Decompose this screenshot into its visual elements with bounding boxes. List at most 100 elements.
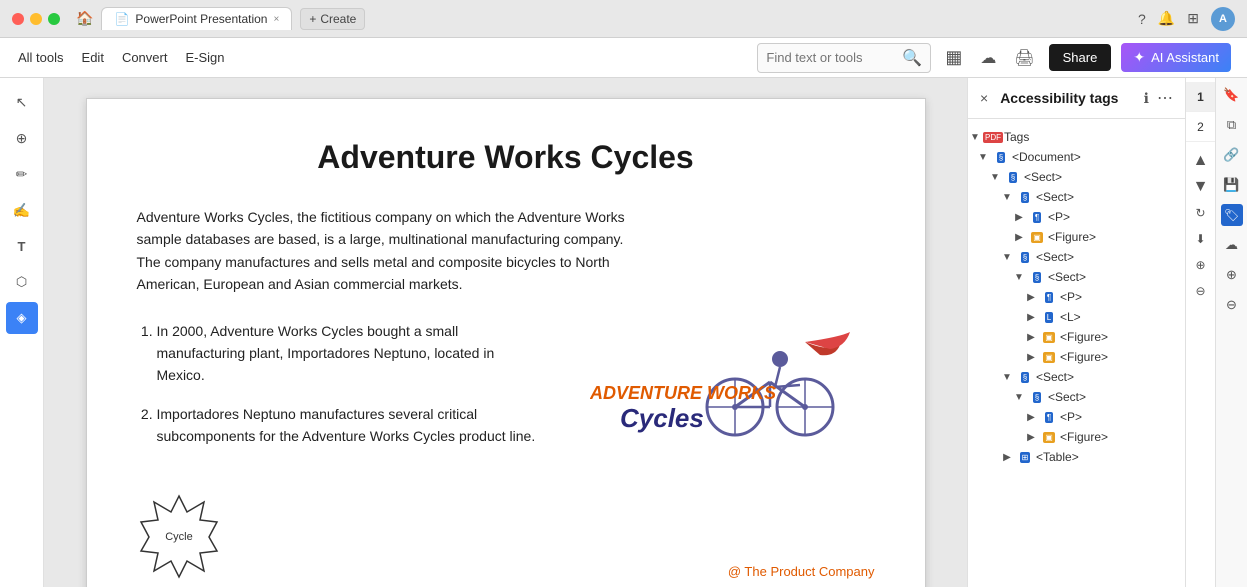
- tag-label: <Sect>: [1036, 190, 1074, 204]
- notification-icon[interactable]: 🔔: [1158, 10, 1175, 27]
- cloud-download-icon[interactable]: ☁: [1221, 234, 1243, 256]
- user-avatar[interactable]: A: [1211, 7, 1235, 31]
- upload-icon[interactable]: ☁: [976, 46, 1000, 70]
- help-icon[interactable]: ?: [1138, 11, 1146, 27]
- zoom-in-panel-icon[interactable]: ⊕: [1221, 264, 1243, 286]
- copy-icon[interactable]: ⧉: [1221, 114, 1243, 136]
- text-icon: T: [18, 239, 26, 254]
- tag-label: <Figure>: [1048, 230, 1096, 244]
- tree-node-sect-2[interactable]: ▼ § <Sect>: [968, 187, 1185, 207]
- scroll-up-button[interactable]: ▲: [1190, 150, 1212, 172]
- tag-label: <P>: [1048, 210, 1070, 224]
- tab-close-icon[interactable]: ×: [273, 14, 279, 25]
- apps-icon[interactable]: ⊞: [1187, 10, 1199, 27]
- tree-node-sect-6[interactable]: ▼ § <Sect>: [968, 387, 1185, 407]
- tag-label: <Figure>: [1060, 330, 1108, 344]
- tree-node-p-3[interactable]: ▶ ¶ <P>: [968, 407, 1185, 427]
- tool-ai[interactable]: ◈: [6, 302, 38, 334]
- tag-label: <Sect>: [1048, 270, 1086, 284]
- menu-all-tools[interactable]: All tools: [16, 46, 66, 69]
- zoom-in-button[interactable]: ⊕: [1190, 254, 1212, 276]
- expand-arrow: ▼: [968, 132, 982, 143]
- tree-node-figure-2[interactable]: ▶ ▣ <Figure>: [968, 327, 1185, 347]
- tree-node-figure-4[interactable]: ▶ ▣ <Figure>: [968, 427, 1185, 447]
- tree-node-figure-3[interactable]: ▶ ▣ <Figure>: [968, 347, 1185, 367]
- tree-node-sect-1[interactable]: ▼ § <Sect>: [968, 167, 1185, 187]
- tag-label: <Document>: [1012, 150, 1081, 164]
- minimize-button[interactable]: [30, 13, 42, 25]
- tool-text[interactable]: T: [6, 230, 38, 262]
- active-tab[interactable]: 📄 PowerPoint Presentation ×: [101, 7, 292, 30]
- new-tab-button[interactable]: + Create: [300, 8, 365, 30]
- p-icon: ¶: [1029, 209, 1045, 225]
- tag-label: <Sect>: [1036, 370, 1074, 384]
- l-icon: L: [1041, 309, 1057, 325]
- share-button[interactable]: Share: [1049, 44, 1112, 71]
- close-button[interactable]: [12, 13, 24, 25]
- titlebar-right: ? 🔔 ⊞ A: [1138, 7, 1235, 31]
- maximize-button[interactable]: [48, 13, 60, 25]
- expand-arrow: ▶: [1024, 412, 1038, 423]
- info-icon[interactable]: ℹ: [1144, 90, 1149, 107]
- right-toolbar: 🔖 ⧉ 🔗 💾 🏷 ☁ ⊕ ⊖: [1215, 78, 1247, 587]
- ai-assistant-button[interactable]: ✦ AI Assistant: [1121, 43, 1231, 72]
- tree-node-p-1[interactable]: ▶ ¶ <P>: [968, 207, 1185, 227]
- menu-convert[interactable]: Convert: [120, 46, 170, 69]
- tree-node-tags[interactable]: ▼ PDF Tags: [968, 127, 1185, 147]
- tree-node-figure-1[interactable]: ▶ ▣ <Figure>: [968, 227, 1185, 247]
- main-layout: ↖ ⊕ ✏ ✍ T ⬡ ◈ Adventure Works Cycles Adv…: [0, 78, 1247, 587]
- tree-node-sect-3[interactable]: ▼ § <Sect>: [968, 247, 1185, 267]
- home-icon[interactable]: 🏠: [76, 10, 93, 27]
- tree-node-sect-5[interactable]: ▼ § <Sect>: [968, 367, 1185, 387]
- sect-icon: §: [1017, 249, 1033, 265]
- tree-node-sect-4[interactable]: ▼ § <Sect>: [968, 267, 1185, 287]
- tool-markup[interactable]: ✍: [6, 194, 38, 226]
- sect-icon: §: [1029, 269, 1045, 285]
- refresh-button[interactable]: ↻: [1190, 202, 1212, 224]
- tool-edit[interactable]: ✏: [6, 158, 38, 190]
- panel-close-icon[interactable]: ×: [980, 90, 988, 106]
- zoom-out-panel-icon[interactable]: ⊖: [1221, 294, 1243, 316]
- menu-esign[interactable]: E-Sign: [183, 46, 226, 69]
- menu-edit[interactable]: Edit: [80, 46, 106, 69]
- search-box[interactable]: 🔍: [757, 43, 931, 73]
- tool-zoom[interactable]: ⊕: [6, 122, 38, 154]
- view-icon[interactable]: ▦: [941, 45, 966, 70]
- expand-arrow: ▼: [1012, 272, 1026, 283]
- menu-bar: All tools Edit Convert E-Sign: [16, 46, 227, 69]
- more-options-icon[interactable]: ⋯: [1157, 88, 1173, 108]
- zoom-out-button[interactable]: ⊖: [1190, 280, 1212, 302]
- link-icon[interactable]: 🔗: [1221, 144, 1243, 166]
- print-icon[interactable]: 🖨: [1010, 46, 1038, 70]
- expand-arrow: ▼: [988, 172, 1002, 183]
- zoom-icon: ⊕: [16, 130, 28, 147]
- expand-arrow: ▼: [976, 152, 990, 163]
- bookmark-icon[interactable]: 🔖: [1221, 84, 1243, 106]
- download-button[interactable]: ⬇: [1190, 228, 1212, 250]
- tree-node-p-2[interactable]: ▶ ¶ <P>: [968, 287, 1185, 307]
- expand-arrow: ▶: [1024, 312, 1038, 323]
- expand-arrow: ▶: [1012, 212, 1026, 223]
- page-1-button[interactable]: 1: [1186, 82, 1216, 112]
- page-2-button[interactable]: 2: [1186, 112, 1216, 142]
- expand-arrow: ▼: [1000, 372, 1014, 383]
- tool-stamp[interactable]: ⬡: [6, 266, 38, 298]
- list-item: Importadores Neptuno manufactures severa…: [157, 403, 545, 448]
- tree-node-table[interactable]: ▶ ⊞ <Table>: [968, 447, 1185, 467]
- expand-arrow: ▼: [1012, 392, 1026, 403]
- tag-active-icon[interactable]: 🏷: [1221, 204, 1243, 226]
- list-item: In 2000, Adventure Works Cycles bought a…: [157, 320, 545, 387]
- tree-node-l[interactable]: ▶ L <L>: [968, 307, 1185, 327]
- tag-label: Tags: [1004, 130, 1029, 144]
- plus-icon: +: [309, 12, 316, 26]
- search-input[interactable]: [766, 50, 896, 65]
- figure-icon: ▣: [1041, 349, 1057, 365]
- toolbar-right: 🔍 ▦ ☁ 🖨 Share ✦ AI Assistant: [757, 43, 1231, 73]
- scroll-down-button[interactable]: ▼: [1190, 176, 1212, 198]
- company-logo: ADVENTURE WORKS Cycles: [590, 327, 860, 447]
- save-icon[interactable]: 💾: [1221, 174, 1243, 196]
- tool-cursor[interactable]: ↖: [6, 86, 38, 118]
- svg-text:Cycle: Cycle: [165, 531, 193, 543]
- tree-node-document[interactable]: ▼ § <Document>: [968, 147, 1185, 167]
- ai-tools-icon: ◈: [17, 310, 27, 326]
